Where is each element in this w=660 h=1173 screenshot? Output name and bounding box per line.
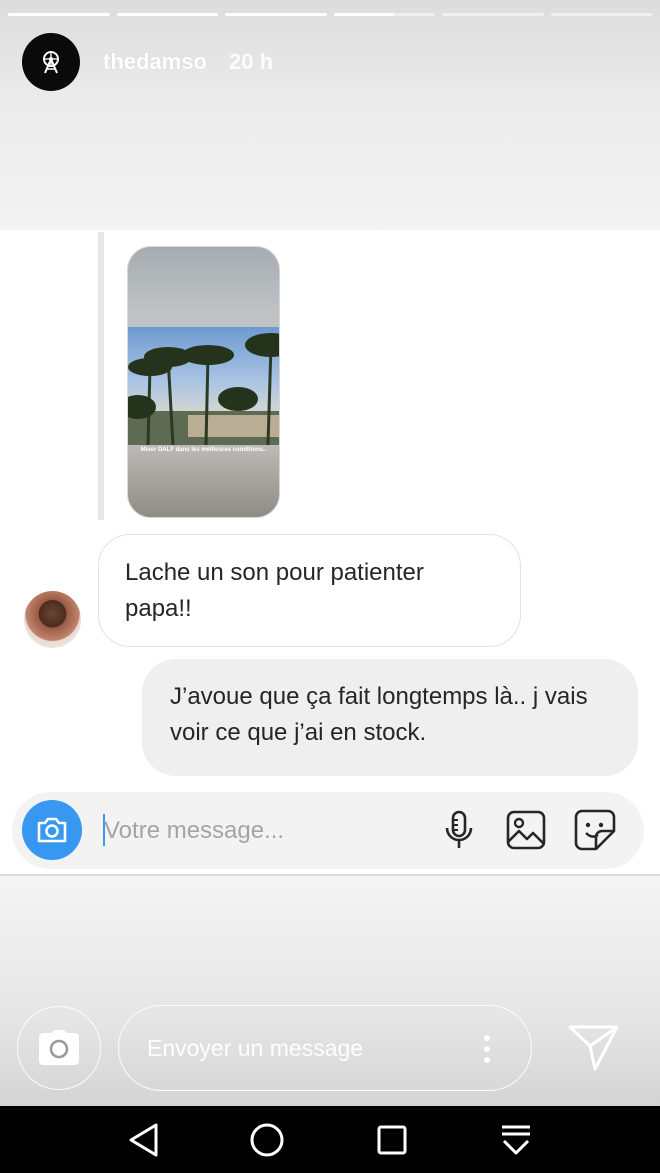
palm-trees-photo xyxy=(128,327,279,445)
profile-avatar[interactable] xyxy=(22,33,80,91)
story-progress-fill xyxy=(333,13,395,16)
back-icon xyxy=(129,1123,158,1157)
outgoing-message-bubble[interactable]: J’avoue que ça fait longtemps là.. j vai… xyxy=(142,659,638,776)
story-reply-input[interactable] xyxy=(147,1030,467,1066)
recents-icon xyxy=(377,1125,407,1155)
reply-indicator-bar xyxy=(98,232,104,520)
nav-home-button[interactable] xyxy=(245,1120,289,1160)
story-progress-segment xyxy=(333,13,435,16)
shared-story-thumbnail[interactable]: Miser DALF dans les meilleures condition… xyxy=(127,246,280,518)
incoming-message-bubble[interactable]: Lache un son pour patienter papa!! xyxy=(98,534,521,647)
shared-story-caption: Miser DALF dans les meilleures condition… xyxy=(140,447,267,453)
sticker-icon xyxy=(574,809,616,851)
story-progress-fill xyxy=(225,13,327,16)
send-icon[interactable] xyxy=(568,1024,620,1072)
story-progress-segment xyxy=(550,13,652,16)
story-progress-segment xyxy=(116,13,218,16)
story-progress-fill xyxy=(8,13,110,16)
camera-button[interactable] xyxy=(22,800,82,860)
gallery-icon xyxy=(506,810,546,850)
story-username[interactable]: thedamso xyxy=(103,49,207,75)
notifications-down-icon xyxy=(502,1125,530,1155)
message-composer xyxy=(12,792,644,869)
story-progress-segment xyxy=(225,13,327,16)
story-timestamp: 20 h xyxy=(229,49,274,74)
camera-icon xyxy=(39,1030,79,1065)
story-progress-segment xyxy=(8,13,110,16)
story-progress-fill xyxy=(116,13,218,16)
microphone-icon xyxy=(445,810,473,848)
outgoing-message-text: J’avoue que ça fait longtemps là.. j vai… xyxy=(170,683,588,746)
story-reply-field[interactable] xyxy=(118,1005,532,1091)
ferris-wheel-logo-icon xyxy=(43,51,59,74)
camera-icon xyxy=(37,817,67,843)
incoming-message-text: Lache un son pour patienter papa!! xyxy=(125,559,424,622)
microphone-button[interactable] xyxy=(437,808,481,852)
more-options-icon[interactable] xyxy=(483,1034,491,1064)
story-progress-bars xyxy=(8,13,652,17)
sticker-button[interactable] xyxy=(573,808,617,852)
direct-message-thread: Miser DALF dans les meilleures condition… xyxy=(0,230,660,875)
android-navigation-bar xyxy=(0,1106,660,1173)
nav-recents-button[interactable] xyxy=(370,1120,414,1160)
nav-back-button[interactable] xyxy=(121,1120,165,1160)
story-header: thedamso 20 h xyxy=(0,0,660,230)
story-reply-area xyxy=(0,876,660,1106)
nav-notifications-button[interactable] xyxy=(494,1120,538,1160)
message-input[interactable] xyxy=(104,813,424,849)
story-camera-button[interactable] xyxy=(17,1006,101,1090)
sender-avatar[interactable] xyxy=(24,591,81,648)
home-icon xyxy=(250,1123,284,1157)
story-progress-segment xyxy=(442,13,544,16)
gallery-button[interactable] xyxy=(504,808,548,852)
